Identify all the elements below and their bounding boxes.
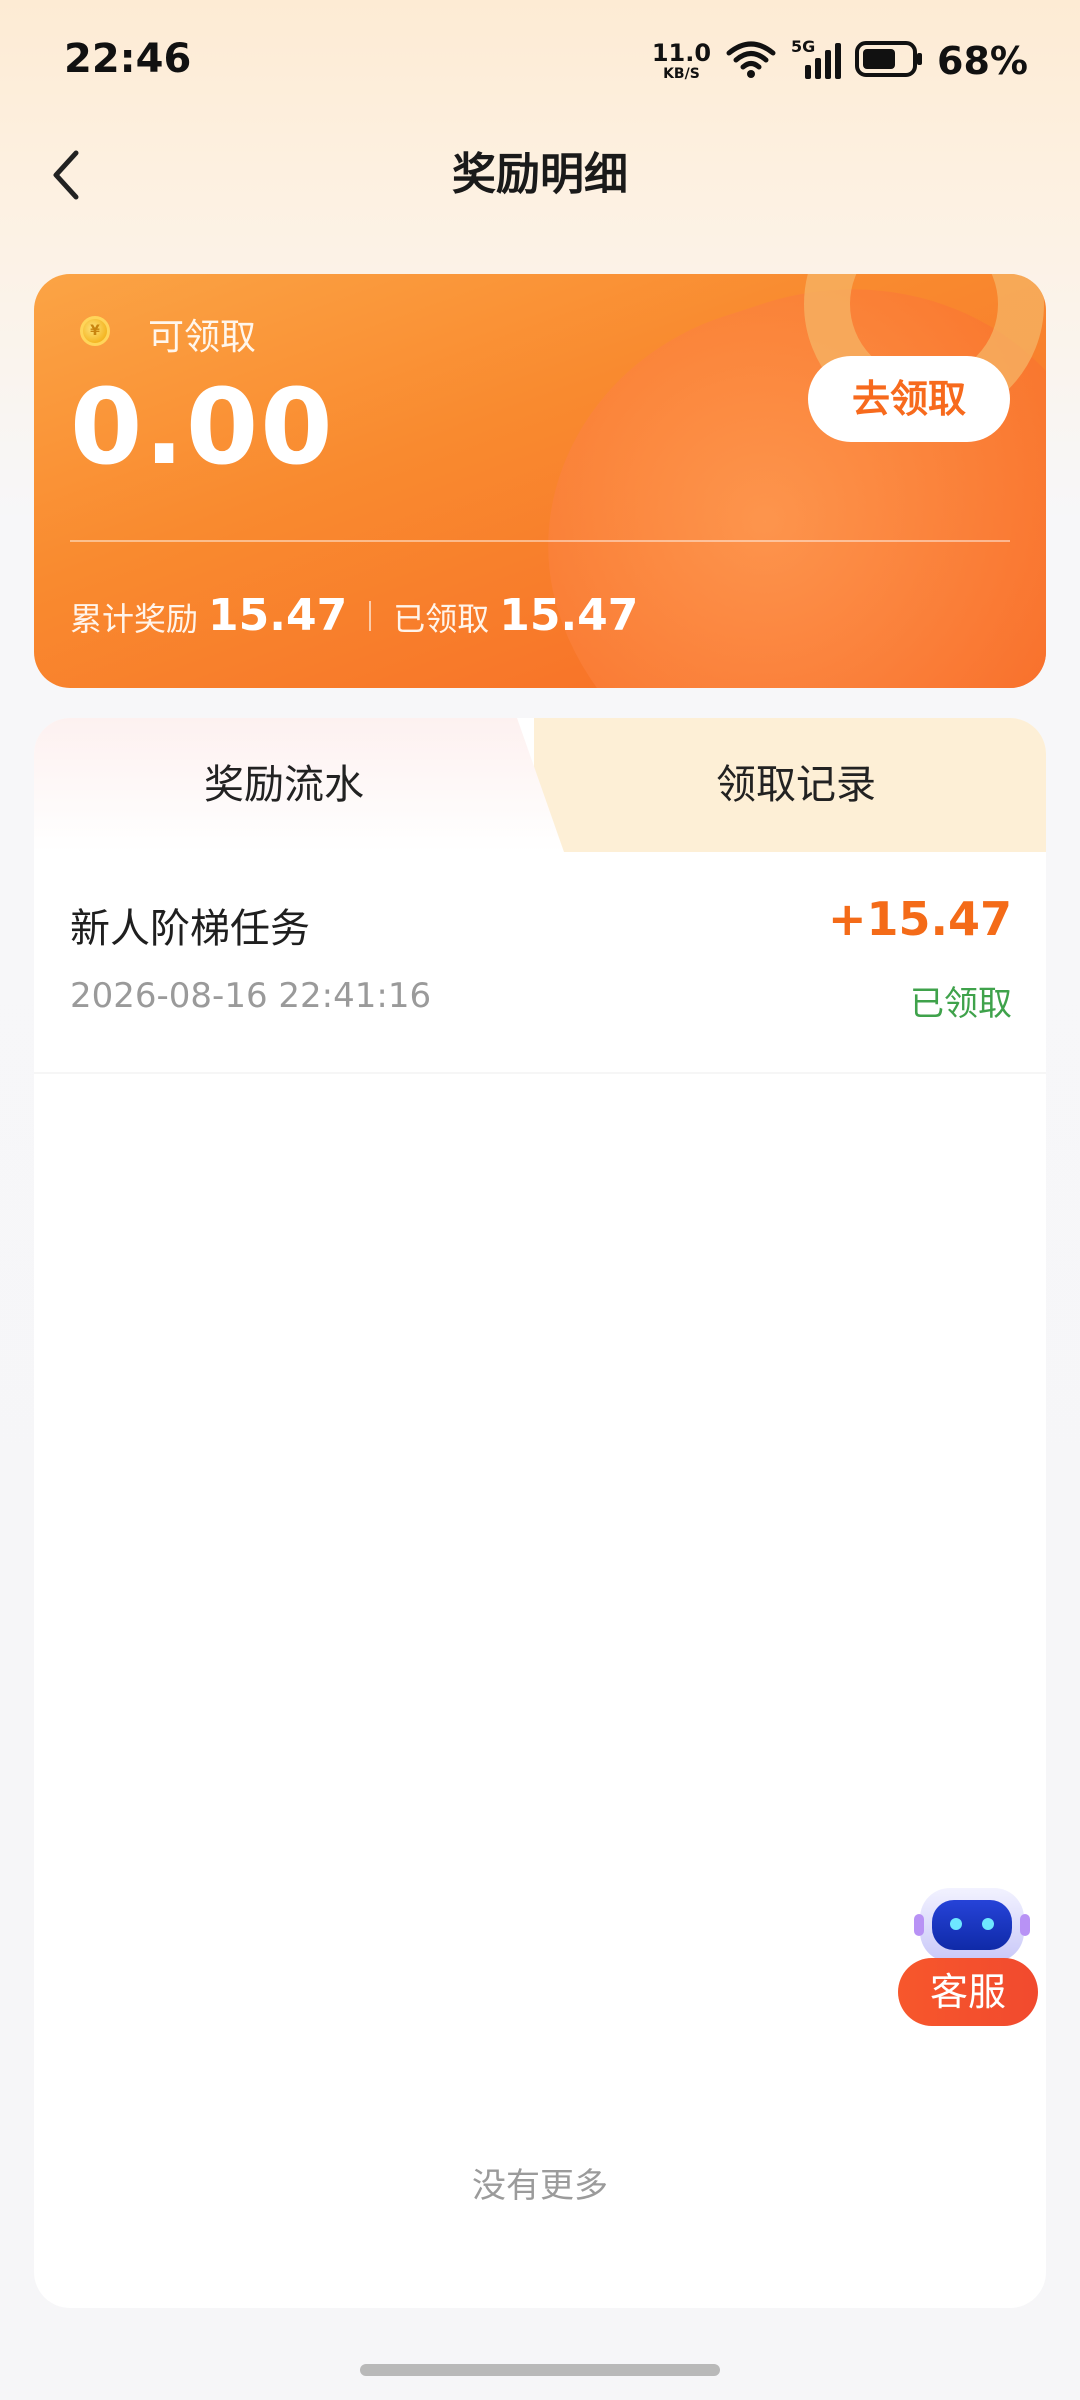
record-time: 2026-08-16 22:41:16 xyxy=(70,976,432,1016)
record-status: 已领取 xyxy=(910,984,1012,1024)
robot-eye-left xyxy=(950,1918,962,1930)
list-item: 新人阶梯任务 +15.47 2026-08-16 22:41:16 已领取 xyxy=(34,852,1046,1074)
totals-separator xyxy=(369,600,372,631)
customer-service-label: 客服 xyxy=(898,1958,1038,2026)
robot-eye-right xyxy=(982,1918,994,1930)
tab-claim-records[interactable]: 领取记录 xyxy=(546,718,1046,852)
home-indicator[interactable] xyxy=(360,2364,720,2376)
claimed-value: 15.47 xyxy=(499,590,639,641)
page-title: 奖励明细 xyxy=(452,149,628,200)
robot-face xyxy=(932,1900,1012,1950)
coin-icon: ¥ xyxy=(80,316,110,346)
records-panel: 奖励流水 领取记录 新人阶梯任务 +15.47 2026-08-16 22:41… xyxy=(34,718,1046,2308)
network-speed: 11.0 KB/S xyxy=(652,41,711,81)
battery-icon xyxy=(855,40,923,82)
claimed-label: 已领取 xyxy=(393,600,490,638)
wifi-icon xyxy=(725,39,777,83)
cellular-signal-icon: 5G xyxy=(791,37,842,83)
robot-ear-right xyxy=(1020,1914,1030,1936)
status-bar: 22:46 11.0 KB/S 5G 68% xyxy=(0,0,1080,120)
record-amount: +15.47 xyxy=(827,892,1012,946)
status-icons: 11.0 KB/S 5G 68% xyxy=(652,36,1028,86)
reward-totals: 累计奖励 15.47 已领取 15.47 xyxy=(70,590,638,641)
status-time: 22:46 xyxy=(64,36,192,82)
battery-percent: 68% xyxy=(937,39,1028,83)
total-reward-label: 累计奖励 xyxy=(70,600,199,638)
customer-service-button[interactable]: 客服 xyxy=(898,1888,1044,2038)
claimable-amount: 0.00 xyxy=(70,366,335,488)
tab-reward-flow[interactable]: 奖励流水 xyxy=(34,718,534,852)
record-title: 新人阶梯任务 xyxy=(70,906,310,952)
network-speed-unit: KB/S xyxy=(663,66,700,82)
claim-button[interactable]: 去领取 xyxy=(808,356,1010,442)
card-divider xyxy=(70,540,1010,542)
total-reward-value: 15.47 xyxy=(208,590,348,641)
chevron-left-icon xyxy=(53,150,79,200)
reward-summary-card: ¥ 可领取 0.00 去领取 累计奖励 15.47 已领取 15.47 xyxy=(34,274,1046,688)
claimable-label: 可领取 xyxy=(148,317,257,358)
back-button[interactable] xyxy=(36,140,96,210)
no-more-text: 没有更多 xyxy=(472,2166,608,2206)
robot-icon xyxy=(914,1888,1030,1962)
network-speed-value: 11.0 xyxy=(651,39,712,67)
robot-ear-left xyxy=(914,1914,924,1936)
